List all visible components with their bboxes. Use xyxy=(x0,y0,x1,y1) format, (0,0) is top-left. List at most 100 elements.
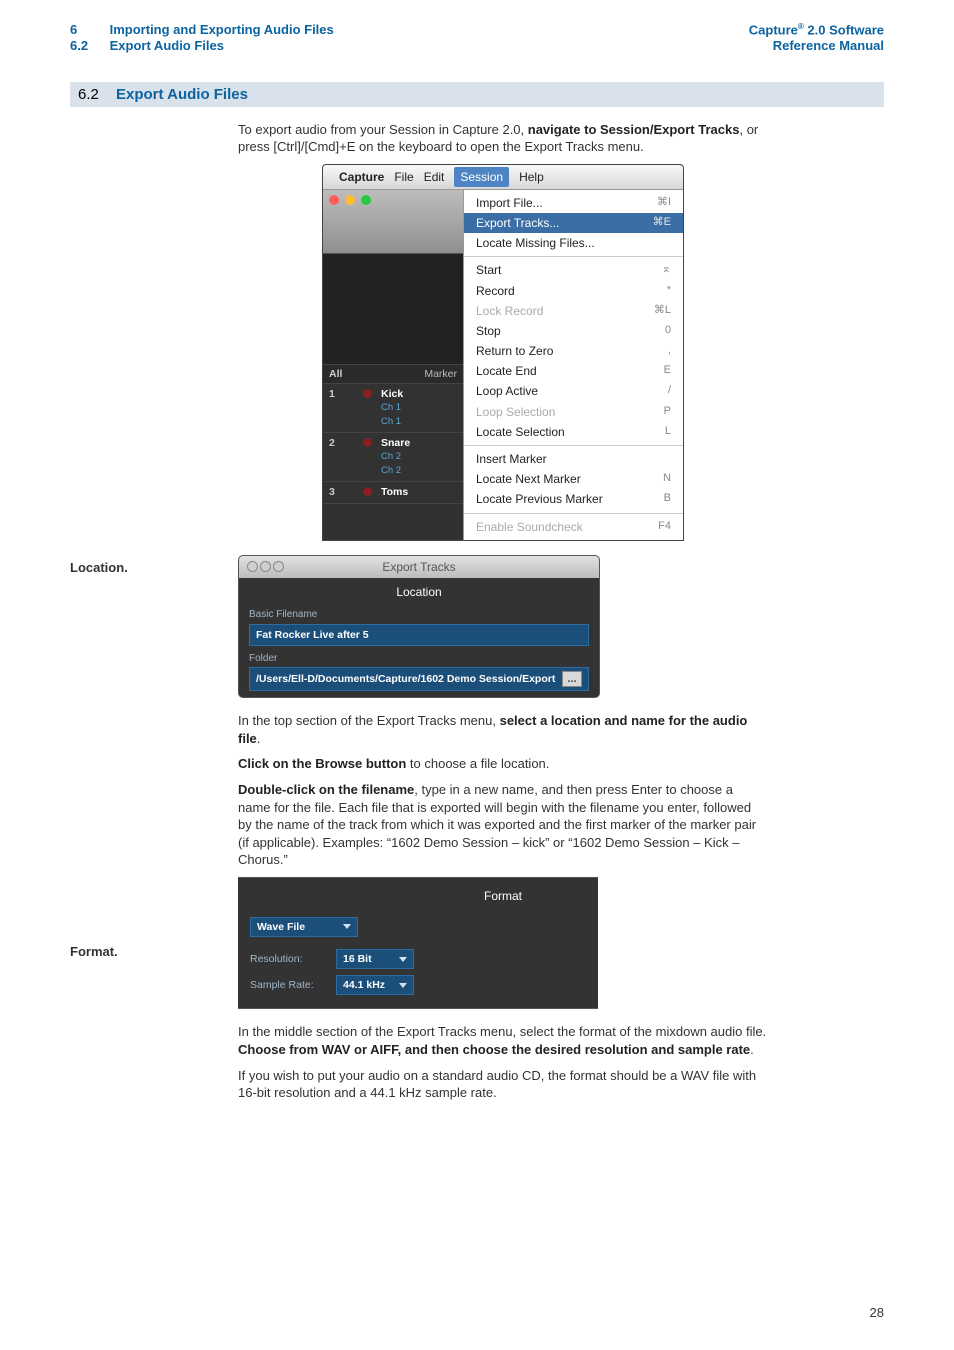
menu-insert-marker[interactable]: Insert Marker xyxy=(464,449,683,469)
track-row[interactable]: 3 Toms xyxy=(323,482,463,504)
filetype-value: Wave File xyxy=(257,920,305,934)
chapter-title: Importing and Exporting Audio Files xyxy=(110,22,334,37)
chevron-down-icon xyxy=(399,983,407,988)
session-menu[interactable]: Session xyxy=(454,167,509,187)
window-controls[interactable] xyxy=(247,560,286,576)
menu-return-zero[interactable]: Return to Zero, xyxy=(464,341,683,361)
menu-locate-missing[interactable]: Locate Missing Files... xyxy=(464,233,683,253)
track-num: 3 xyxy=(329,485,363,500)
track-sidebar: All Marker 1 Kick Ch 1 xyxy=(323,190,463,540)
menu-loop-active[interactable]: Loop Active/ xyxy=(464,381,683,401)
header-left: 6 Importing and Exporting Audio Files 6.… xyxy=(70,22,334,54)
section-title: Export Audio Files xyxy=(110,38,224,53)
section-number: 6.2 xyxy=(70,38,106,54)
location-p3: Double-click on the filename, type in a … xyxy=(238,781,768,869)
track-num: 2 xyxy=(329,436,363,478)
close-icon[interactable] xyxy=(329,195,339,205)
loc-p2-post: to choose a file location. xyxy=(406,756,549,771)
product-name: Capture xyxy=(749,22,798,37)
session-dropdown: Import File...⌘I Export Tracks...⌘E Loca… xyxy=(463,190,683,540)
record-icon[interactable] xyxy=(363,438,372,447)
dialog-title: Export Tracks xyxy=(382,560,455,574)
loc-p2-bold: Click on the Browse button xyxy=(238,756,406,771)
header-right: Capture® 2.0 Software Reference Manual xyxy=(749,22,884,54)
fmt-p1-pre: In the middle section of the Export Trac… xyxy=(238,1024,766,1039)
resolution-label: Resolution: xyxy=(250,952,328,966)
section-bar-num: 6.2 xyxy=(78,86,116,103)
basic-filename-field[interactable]: Fat Rocker Live after 5 xyxy=(249,624,589,646)
intro-paragraph: To export audio from your Session in Cap… xyxy=(238,121,768,156)
basic-filename-value: Fat Rocker Live after 5 xyxy=(256,628,369,642)
samplerate-label: Sample Rate: xyxy=(250,978,328,992)
location-p1: In the top section of the Export Tracks … xyxy=(238,712,768,747)
track-row[interactable]: 1 Kick Ch 1 Ch 1 xyxy=(323,384,463,433)
menu-prev-marker[interactable]: Locate Previous MarkerB xyxy=(464,489,683,509)
minimize-icon[interactable] xyxy=(345,195,355,205)
menu-stop[interactable]: Stop0 xyxy=(464,321,683,341)
chevron-down-icon xyxy=(343,924,351,929)
format-p1: In the middle section of the Export Trac… xyxy=(238,1023,768,1058)
chevron-down-icon xyxy=(399,957,407,962)
track-ch: Ch 1 xyxy=(381,416,403,429)
resolution-select[interactable]: 16 Bit xyxy=(336,949,414,969)
location-p2: Click on the Browse button to choose a f… xyxy=(238,755,768,773)
menu-locate-selection[interactable]: Locate SelectionL xyxy=(464,422,683,442)
menu-start[interactable]: Start⌅ xyxy=(464,260,683,280)
record-icon[interactable] xyxy=(363,389,372,398)
track-ch: Ch 2 xyxy=(381,451,410,464)
zoom-icon[interactable] xyxy=(361,195,371,205)
menu-import[interactable]: Import File...⌘I xyxy=(464,193,683,213)
figure-session-menu: Capture File Edit Session Help xyxy=(322,164,684,541)
location-section-title: Location xyxy=(239,578,599,608)
product-line2: Reference Manual xyxy=(749,38,884,54)
track-name: Kick xyxy=(381,388,403,400)
format-heading: Format. xyxy=(70,944,230,959)
resolution-value: 16 Bit xyxy=(343,952,372,966)
track-ch: Ch 2 xyxy=(381,465,410,478)
samplerate-value: 44.1 kHz xyxy=(343,978,385,992)
track-name: Toms xyxy=(381,485,408,500)
chapter-number: 6 xyxy=(70,22,106,38)
menu-record[interactable]: Record* xyxy=(464,281,683,301)
intro-bold: navigate to Session/Export Tracks xyxy=(528,122,740,137)
window-controls[interactable] xyxy=(323,190,463,254)
samplerate-select[interactable]: 44.1 kHz xyxy=(336,975,414,995)
loc-p3-bold: Double-click on the filename xyxy=(238,782,414,797)
track-ch: Ch 1 xyxy=(381,402,403,415)
filetype-select[interactable]: Wave File xyxy=(250,917,358,937)
track-all[interactable]: All xyxy=(329,367,363,381)
dialog-title-bar: Export Tracks xyxy=(239,556,599,578)
track-num: 1 xyxy=(329,387,363,429)
track-name: Snare xyxy=(381,437,410,449)
edit-menu[interactable]: Edit xyxy=(424,169,445,185)
fmt-p1-post: . xyxy=(750,1042,754,1057)
help-menu[interactable]: Help xyxy=(519,169,544,185)
format-p2: If you wish to put your audio on a stand… xyxy=(238,1067,768,1102)
page-header: 6 Importing and Exporting Audio Files 6.… xyxy=(70,22,884,54)
file-menu[interactable]: File xyxy=(394,169,413,185)
page-number: 28 xyxy=(870,1305,884,1320)
record-icon[interactable] xyxy=(363,487,372,496)
app-menu[interactable]: Capture xyxy=(339,169,384,185)
loc-p1-post: . xyxy=(257,731,261,746)
menu-export-tracks[interactable]: Export Tracks...⌘E xyxy=(464,213,683,233)
track-row[interactable]: 2 Snare Ch 2 Ch 2 xyxy=(323,433,463,482)
menu-next-marker[interactable]: Locate Next MarkerN xyxy=(464,469,683,489)
mac-menu-bar: Capture File Edit Session Help xyxy=(323,165,683,190)
folder-value: /Users/Ell-D/Documents/Capture/1602 Demo… xyxy=(256,672,555,686)
marker-label: Marker xyxy=(424,367,457,381)
folder-field[interactable]: /Users/Ell-D/Documents/Capture/1602 Demo… xyxy=(249,667,589,691)
menu-lock-record: Lock Record⌘L xyxy=(464,301,683,321)
product-suffix: 2.0 Software xyxy=(804,22,884,37)
figure-format-panel: Format Wave File Resolution: 16 Bit Samp… xyxy=(238,877,598,1010)
menu-locate-end[interactable]: Locate EndE xyxy=(464,361,683,381)
browse-button[interactable]: ... xyxy=(562,671,582,687)
loc-p1-pre: In the top section of the Export Tracks … xyxy=(238,713,500,728)
section-bar: 6.2 Export Audio Files xyxy=(70,82,884,107)
menu-loop-selection: Loop SelectionP xyxy=(464,402,683,422)
intro-pre: To export audio from your Session in Cap… xyxy=(238,122,528,137)
figure-location-panel: Export Tracks Location Basic Filename Fa… xyxy=(238,555,600,699)
format-section-title: Format xyxy=(238,886,598,914)
basic-filename-label: Basic Filename xyxy=(239,608,599,622)
folder-label: Folder xyxy=(239,652,599,666)
